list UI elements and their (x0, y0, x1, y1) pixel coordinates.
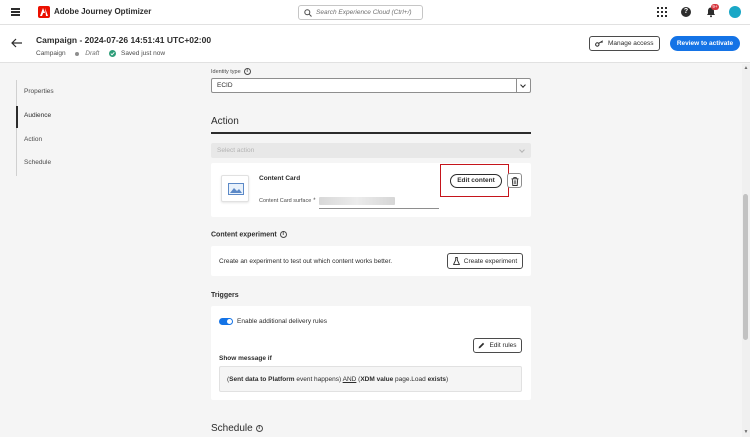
chevron-down-icon (516, 144, 530, 157)
info-icon[interactable]: i (255, 424, 263, 432)
manage-access-label: Manage access (608, 40, 654, 47)
saved-check-icon (109, 50, 117, 57)
rule-expression: (Sent data to Platform event happens) AN… (219, 366, 522, 392)
create-experiment-button[interactable]: Create experiment (447, 253, 523, 269)
delete-action-button[interactable] (507, 173, 522, 188)
nav-active-indicator (16, 106, 18, 128)
search-icon (304, 9, 312, 17)
content-card-thumbnail (221, 175, 249, 202)
content-experiment-title: Content experiment i (211, 231, 287, 238)
select-action-placeholder: Select action (217, 147, 255, 154)
manage-access-button[interactable]: Manage access (589, 36, 660, 51)
nav-item-properties[interactable]: Properties (24, 88, 54, 95)
scroll-down-icon[interactable]: ▼ (743, 429, 749, 435)
identity-type-select[interactable]: ECID (211, 78, 531, 93)
flask-icon (452, 257, 460, 265)
schedule-section-title: Schedule i (211, 423, 263, 434)
content-card-surface-field[interactable] (319, 197, 395, 205)
rule-operator: AND (342, 376, 357, 383)
back-arrow-icon[interactable] (11, 38, 23, 48)
surface-label-text: Content Card surface (259, 198, 312, 204)
nav-item-audience[interactable]: Audience (24, 112, 51, 119)
identity-type-value: ECID (217, 82, 233, 89)
notification-badge: 9+ (711, 4, 719, 10)
select-action-dropdown[interactable]: Select action (211, 143, 531, 158)
adobe-logo-icon[interactable] (38, 6, 50, 18)
status-dot-icon (75, 51, 80, 56)
show-message-if-label: Show message if (219, 355, 272, 362)
saved-status: Saved just now (120, 50, 166, 58)
pencil-icon (479, 342, 485, 349)
campaign-header: Campaign - 2024-07-26 14:51:41 UTC+02:00… (0, 25, 750, 63)
status-badge: Draft (85, 50, 100, 58)
rule-field: page.Load (393, 376, 428, 383)
rule-xdm-value: XDM value (360, 376, 394, 383)
triggers-title: Triggers (211, 292, 239, 299)
nav-item-action[interactable]: Action (24, 136, 42, 143)
delivery-rules-toggle-label: Enable additional delivery rules (237, 318, 327, 325)
scrollbar-thumb[interactable] (743, 194, 748, 340)
apps-grid-icon[interactable] (656, 6, 668, 18)
search-placeholder: Search Experience Cloud (Ctrl+/) (316, 9, 412, 16)
campaign-type: Campaign (36, 50, 66, 58)
identity-type-label-text: Identity type (211, 68, 241, 75)
rule-event-text: event happens) (294, 376, 343, 383)
campaign-status-line: Campaign Draft Saved just now (36, 50, 165, 57)
edit-rules-label: Edit rules (489, 342, 517, 349)
app-name[interactable]: Adobe Journey Optimizer (54, 7, 151, 16)
avatar[interactable] (729, 6, 741, 18)
left-navigation: Properties Audience Action Schedule (16, 80, 136, 176)
action-section-title: Action (211, 116, 239, 127)
edit-content-button[interactable]: Edit content (450, 174, 502, 188)
create-experiment-label: Create experiment (463, 257, 518, 265)
edit-rules-button[interactable]: Edit rules (473, 338, 522, 353)
review-to-activate-button[interactable]: Review to activate (670, 36, 740, 51)
content-experiment-title-text: Content experiment (211, 231, 277, 239)
info-icon[interactable]: i (279, 231, 287, 238)
identity-type-label: Identity type i (211, 68, 251, 75)
delivery-rules-toggle[interactable] (219, 318, 233, 325)
content-card-surface-label: Content Card surface * (259, 198, 316, 204)
info-icon[interactable]: i (243, 68, 251, 75)
image-icon (228, 183, 244, 195)
rule-event-name: Sent data to Platform (229, 376, 295, 383)
nav-item-schedule[interactable]: Schedule (24, 159, 51, 166)
top-bar: Adobe Journey Optimizer Search Experienc… (0, 0, 750, 25)
page-title: Campaign - 2024-07-26 14:51:41 UTC+02:00 (36, 35, 212, 45)
rule-paren: ) (446, 376, 449, 383)
help-icon[interactable]: ? (681, 7, 691, 17)
surface-field-underline (319, 208, 439, 209)
schedule-title-text: Schedule (211, 423, 253, 434)
trash-icon (511, 177, 519, 186)
content-experiment-description: Create an experiment to test out which c… (219, 258, 393, 265)
chevron-down-icon[interactable] (516, 79, 530, 92)
menu-icon[interactable] (11, 8, 20, 16)
scroll-up-icon[interactable]: ▲ (743, 65, 749, 71)
required-marker: * (313, 198, 316, 204)
key-icon (595, 40, 604, 47)
rule-condition: exists (427, 376, 446, 383)
content-card-title: Content Card (259, 175, 301, 182)
search-input[interactable]: Search Experience Cloud (Ctrl+/) (298, 5, 423, 20)
section-divider (211, 132, 531, 134)
